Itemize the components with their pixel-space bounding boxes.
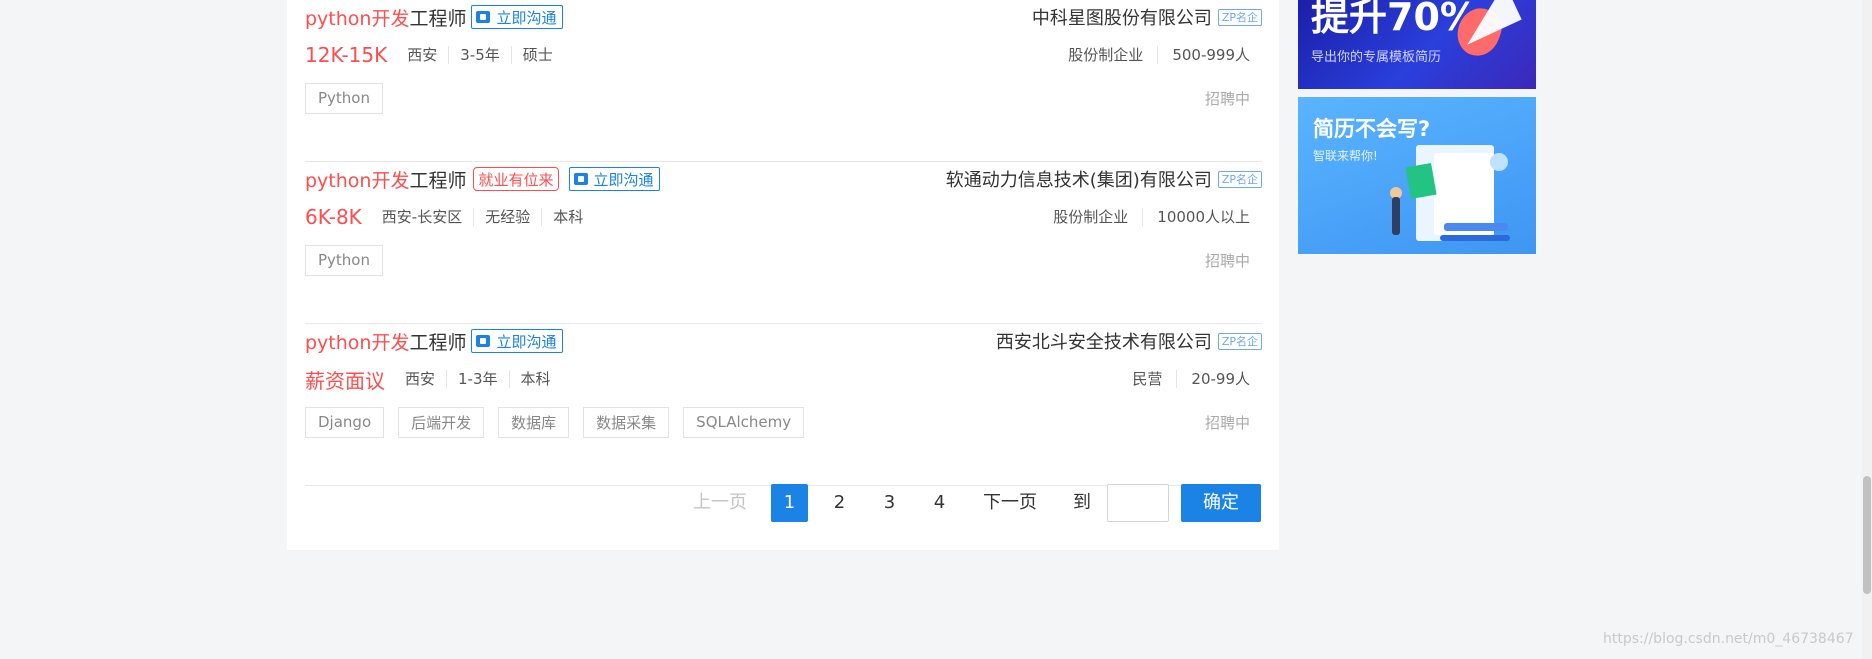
skill-tag: 数据库 [498,406,570,438]
job-title-keyword: python开发 [305,169,410,192]
next-page-button[interactable]: 下一页 [981,484,1039,522]
status-label: 招聘中 [1204,414,1250,432]
company-name[interactable]: 中科星图股份有限公司 [1032,4,1212,30]
job-title-rest: 工程师 [409,331,467,354]
book-illustration [1405,162,1437,200]
job-title-rest: 工程师 [409,169,467,192]
company-row: 中科星图股份有限公司 ZP名企 [1032,0,1262,34]
resume-help-banner[interactable]: 简历不会写? 智联来帮你! [1298,97,1536,254]
job-title-row: python开发工程师 就业有位来 立即沟通 [305,162,660,196]
salary: 薪资面议 [305,368,385,393]
chat-now-label: 立即沟通 [496,8,557,27]
location: 西安-长安区 [381,208,463,226]
job-title[interactable]: python开发工程师 [305,166,466,193]
job-info-row: 12K-15K 西安 3-5年 硕士 [305,38,564,72]
job-title[interactable]: python开发工程师 [305,4,466,31]
company-meta-row: 股份制企业 10000人以上 [1039,200,1250,234]
company-size: 10000人以上 [1142,208,1250,226]
skill-tag: SQLAlchemy [683,406,805,438]
company-badge: ZP名企 [1217,170,1262,188]
job-title-rest: 工程师 [409,7,467,30]
job-title-keyword: python开发 [305,331,410,354]
skill-tags: Python [305,82,397,114]
job-info-row: 6K-8K 西安-长安区 无经验 本科 [305,200,594,234]
goto-page-input[interactable] [1107,484,1169,522]
chat-now-button[interactable]: 立即沟通 [471,329,563,353]
experience: 1-3年 [446,370,509,388]
goto-label: 到 [1073,492,1091,513]
skill-tag: Django [305,406,385,438]
skill-tag: 后端开发 [398,406,485,438]
banner-subtitle: 导出你的专属模板简历 [1311,50,1442,65]
page-button-3[interactable]: 3 [871,484,908,522]
company-type: 股份制企业 [1068,46,1144,64]
company-type: 民营 [1132,370,1163,388]
job-item[interactable]: python开发工程师 立即沟通 西安北斗安全技术有限公司 ZP名企 薪资面议 … [305,324,1262,486]
location: 西安 [407,46,438,64]
status-label: 招聘中 [1204,90,1250,108]
chat-now-label: 立即沟通 [593,170,654,189]
skill-tags: Python [305,244,397,276]
skill-tag: Python [305,244,383,276]
person-illustration [1392,197,1400,235]
status-label: 招聘中 [1204,252,1250,270]
job-item[interactable]: python开发工程师 就业有位来 立即沟通 软通动力信息技术(集团)有限公司 … [305,162,1262,324]
books-illustration [1440,235,1510,241]
education: 本科 [508,370,562,388]
company-row: 西安北斗安全技术有限公司 ZP名企 [996,324,1262,358]
education: 硕士 [510,46,564,64]
chat-icon [476,11,491,23]
experience: 无经验 [473,208,541,226]
company-type: 股份制企业 [1053,208,1129,226]
salary: 12K-15K [305,43,388,67]
page-scrollbar[interactable] [1862,0,1872,659]
books-illustration [1444,223,1508,231]
education: 本科 [541,208,594,226]
scrollbar-thumb[interactable] [1863,476,1871,594]
company-size: 500-999人 [1157,46,1250,64]
location: 西安 [405,370,436,388]
job-title-keyword: python开发 [305,7,410,30]
skill-tags: Django 后端开发 数据库 数据采集 SQLAlchemy [305,406,818,438]
company-badge: ZP名企 [1217,8,1262,26]
watermark: https://blog.csdn.net/m0_46738467 [1603,631,1854,647]
chat-now-button[interactable]: 立即沟通 [471,5,563,29]
skill-tag: Python [305,82,383,114]
confirm-button[interactable]: 确定 [1181,484,1261,522]
banner-subtitle: 智联来帮你! [1313,149,1378,163]
skill-tag: 数据采集 [583,406,670,438]
job-info-row: 薪资面议 西安 1-3年 本科 [305,362,562,396]
chat-now-label: 立即沟通 [496,332,557,351]
job-list-card: python开发工程师 立即沟通 中科星图股份有限公司 ZP名企 12K-15K… [287,0,1279,550]
chat-icon [573,173,588,185]
company-size: 20-99人 [1176,370,1250,388]
page-button-2[interactable]: 2 [821,484,858,522]
pagination: 上一页 1 2 3 4 下一页 到 确定 [287,484,1279,522]
experience: 3-5年 [448,46,511,64]
chat-now-button[interactable]: 立即沟通 [568,167,660,191]
banner-title: 简历不会写? [1313,117,1431,141]
job-title-row: python开发工程师 立即沟通 [305,0,563,34]
job-title-row: python开发工程师 立即沟通 [305,324,563,358]
company-name[interactable]: 软通动力信息技术(集团)有限公司 [946,166,1212,192]
job-title[interactable]: python开发工程师 [305,328,466,355]
bubble-illustration [1490,153,1508,171]
company-row: 软通动力信息技术(集团)有限公司 ZP名企 [946,162,1262,196]
company-meta-row: 民营 20-99人 [1118,362,1250,396]
page-button-1[interactable]: 1 [771,484,808,522]
salary: 6K-8K [305,205,362,229]
page-button-4[interactable]: 4 [921,484,958,522]
company-name[interactable]: 西安北斗安全技术有限公司 [996,328,1212,354]
prev-page-button[interactable]: 上一页 [691,484,749,522]
special-tag: 就业有位来 [473,167,559,191]
resume-template-banner[interactable]: 提升70% 导出你的专属模板简历 [1298,0,1536,89]
company-meta-row: 股份制企业 500-999人 [1054,38,1250,72]
chat-icon [476,335,491,347]
company-badge: ZP名企 [1217,332,1262,350]
job-item[interactable]: python开发工程师 立即沟通 中科星图股份有限公司 ZP名企 12K-15K… [305,0,1262,162]
